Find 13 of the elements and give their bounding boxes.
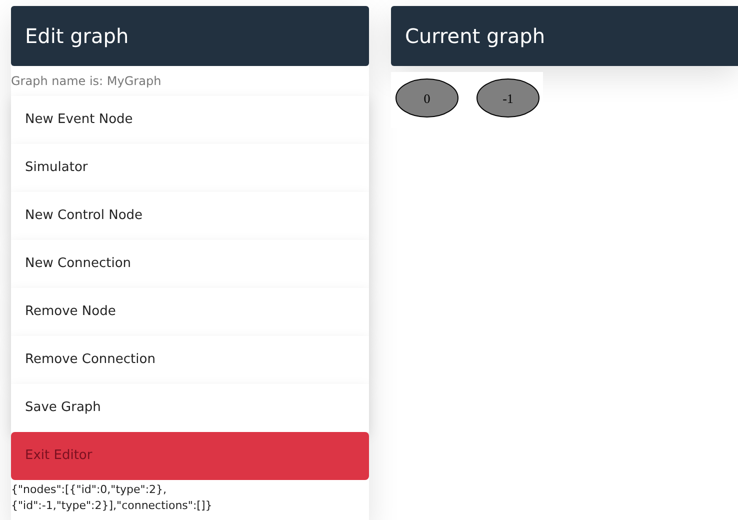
menu-button[interactable]: Remove Node (11, 288, 369, 336)
menu-button[interactable]: New Event Node (11, 96, 369, 144)
menu-button[interactable]: Remove Connection (11, 336, 369, 384)
panel-header: Current graph (391, 6, 738, 66)
graph-node: 0 (396, 78, 458, 118)
menu-button[interactable]: Simulator (11, 144, 369, 192)
graph-name-text: Graph name is: MyGraph (11, 73, 162, 90)
menu-button[interactable]: New Control Node (11, 192, 369, 240)
menu-button[interactable]: New Connection (11, 240, 369, 288)
panel-header: Edit graph (11, 6, 369, 66)
graph-json-text: {"nodes":[{"id":0,"type":2},{"id":-1,"type":2}],"connections":[]} (11, 482, 214, 514)
menu-button[interactable]: Save Graph (11, 384, 369, 432)
graph-node: -1 (476, 78, 540, 118)
